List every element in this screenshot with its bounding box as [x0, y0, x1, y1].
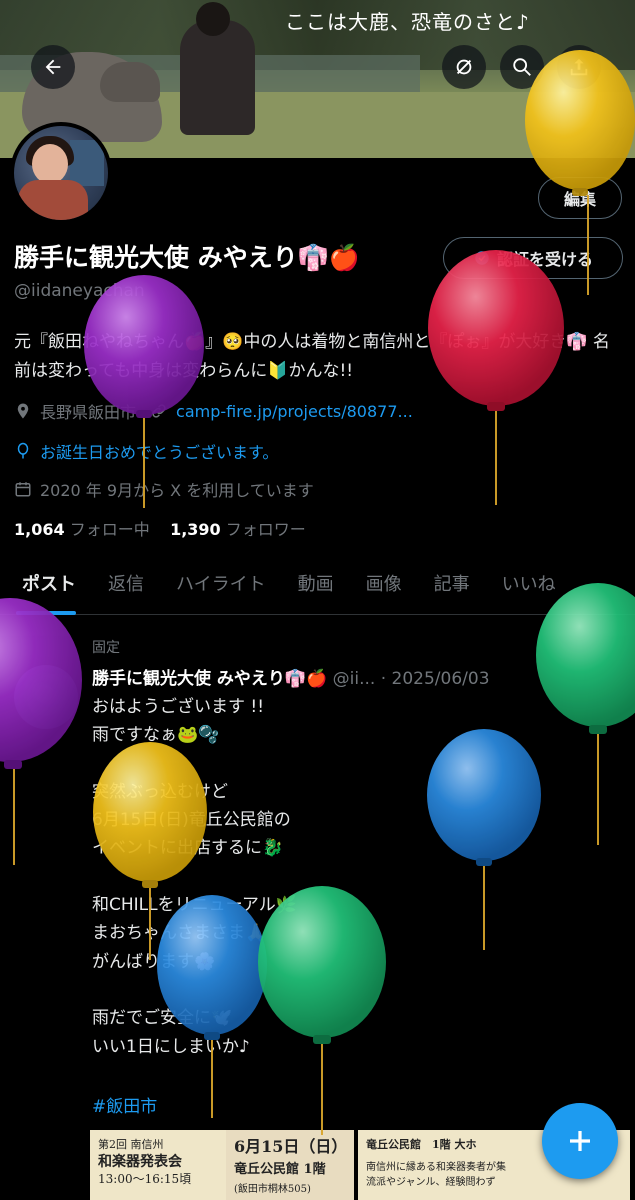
followers-count: 1,390	[170, 520, 221, 539]
edit-profile-button[interactable]: 編集	[538, 177, 622, 219]
profile-birthday: お誕生日おめでとうございます。	[40, 443, 279, 462]
link-icon	[152, 404, 166, 418]
follow-stats: 1,064 フォロー中 1,390 フォロワー	[14, 516, 306, 540]
profile-birthday-row: お誕生日おめでとうございます。	[14, 439, 278, 463]
profile-location: 長野県飯田市	[40, 403, 137, 422]
profile-website-link[interactable]: camp-fire.jp/projects/80877...	[176, 402, 413, 421]
search-icon	[513, 58, 531, 76]
back-button[interactable]	[31, 45, 75, 89]
flyer-1-line1: 第2回 南信州	[98, 1138, 164, 1151]
tab-videos[interactable]: 動画	[282, 565, 350, 615]
profile-name: 勝手に観光大使 みやえり👘🍎	[14, 243, 360, 272]
flyer-3-line2: 南信州に縁ある和楽器奏者が集	[366, 1162, 506, 1173]
following-label: フォロー中	[69, 520, 150, 539]
flyer-3-line1: 竜丘公民館 1階 大ホ	[366, 1138, 477, 1151]
profile-avatar[interactable]	[10, 122, 112, 224]
avatar-background-sign	[70, 140, 104, 186]
tab-posts[interactable]: ポスト	[0, 565, 92, 615]
profile-meta-row: 長野県飯田市 camp-fire.jp/projects/80877...	[14, 399, 413, 423]
profile-bio: 元『飯田ねやねちゃん🍎』🥺中の人は着物と南信州と『ぽぉ』が大好き👘 名前は変わっ…	[14, 332, 610, 381]
followers-label: フォロワー	[225, 520, 306, 539]
plus-icon	[570, 1131, 590, 1151]
balloon-purple-edge	[0, 598, 82, 865]
arrow-left-icon	[45, 59, 61, 75]
following-link[interactable]: 1,064 フォロー中	[14, 520, 150, 539]
flyer-2-line2: 竜丘公民館 1階	[234, 1162, 326, 1177]
banner-caption: ここは大鹿、恐竜のさと♪	[285, 10, 530, 34]
post-hashtag[interactable]: #飯田市	[92, 1092, 157, 1117]
flyer-1-line2: 和楽器発表会	[98, 1154, 182, 1170]
share-button[interactable]	[557, 45, 601, 89]
grok-button[interactable]	[442, 45, 486, 89]
post-header: 勝手に観光大使 みやえり👘🍎 @ii... · 2025/06/03	[92, 664, 490, 689]
post-author[interactable]: 勝手に観光大使 みやえり👘🍎	[92, 669, 327, 689]
verified-badge-icon	[475, 251, 489, 265]
avatar-kimono	[18, 180, 88, 220]
post-image-flyer-2[interactable]: 6月15日（日） 竜丘公民館 1階 (飯田市桐林505)	[226, 1130, 354, 1200]
tab-highlights[interactable]: ハイライト	[160, 565, 282, 615]
profile-tabs: ポスト 返信 ハイライト 動画 画像 記事 いいね	[0, 565, 635, 615]
tab-articles[interactable]: 記事	[418, 565, 486, 615]
post-body: おはようございます !! 雨ですなぁ🐸🫧 突然ぶっ込むけど 6月15日(日)竜丘…	[92, 697, 297, 1057]
tab-replies[interactable]: 返信	[92, 565, 160, 615]
tab-photos[interactable]: 画像	[350, 565, 418, 615]
flyer-2-line3: (飯田市桐林505)	[234, 1184, 311, 1195]
following-count: 1,064	[14, 520, 65, 539]
avatar-face	[32, 144, 68, 184]
get-verified-label: 認証を受ける	[496, 250, 593, 269]
calendar-icon	[15, 482, 31, 497]
profile-joined-row: 2020 年 9月から X を利用しています	[14, 477, 314, 501]
flyer-1-line3: 13:00〜16:15頃	[98, 1172, 192, 1186]
get-verified-button[interactable]: 認証を受ける	[443, 237, 623, 279]
compose-post-button[interactable]	[542, 1103, 618, 1179]
search-button[interactable]	[500, 45, 544, 89]
share-icon	[570, 58, 588, 76]
grok-icon	[456, 59, 472, 75]
location-icon	[17, 403, 29, 419]
post-avatar[interactable]	[14, 665, 78, 729]
banner-person	[180, 20, 255, 135]
profile-joined: 2020 年 9月から X を利用しています	[40, 481, 314, 500]
banner-person-head	[196, 2, 230, 36]
pinned-label: 固定	[92, 640, 120, 656]
flyer-3-line3: 流派やジャンル、経験問わず	[366, 1177, 496, 1188]
tab-likes[interactable]: いいね	[486, 565, 572, 615]
banner-dinosaur-head	[100, 62, 160, 102]
post-meta: @ii... · 2025/06/03	[332, 669, 490, 689]
balloon-purple-left	[84, 275, 204, 508]
flyer-2-line1: 6月15日（日）	[234, 1137, 348, 1156]
balloon-icon	[17, 442, 29, 459]
profile-handle: @iidaneyachan	[14, 281, 145, 301]
followers-link[interactable]: 1,390 フォロワー	[170, 520, 306, 539]
